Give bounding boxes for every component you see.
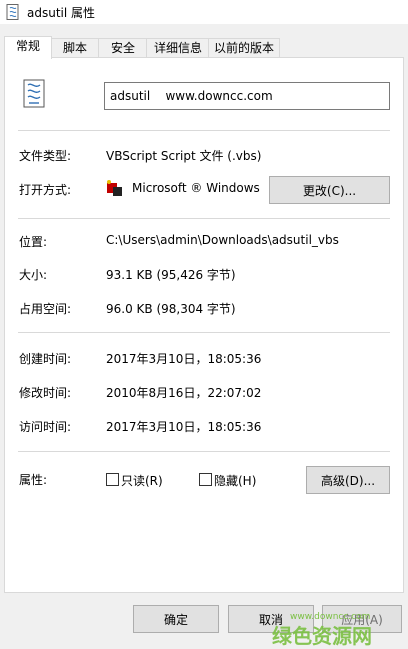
file-type-label: 文件类型: <box>19 149 72 163</box>
tab-bar: 常规 脚本 安全 详细信息 以前的版本 <box>0 36 408 59</box>
tab-previous-versions[interactable]: 以前的版本 <box>208 38 280 58</box>
location-value: C:\Users\admin\Downloads\adsutil_vbs <box>106 233 339 247</box>
readonly-label: 只读(R) <box>121 474 163 488</box>
size-value: 93.1 KB (95,426 字节) <box>106 268 236 282</box>
separator <box>18 332 390 333</box>
accessed-value: 2017年3月10日，18:05:36 <box>106 420 262 434</box>
file-name-input[interactable] <box>104 82 390 110</box>
tab-details[interactable]: 详细信息 <box>146 38 210 58</box>
hidden-checkbox[interactable] <box>199 473 212 486</box>
separator <box>18 451 390 452</box>
script-file-icon <box>6 4 19 20</box>
opens-with-value: Microsoft ® Windows <box>132 181 260 195</box>
script-file-icon <box>23 79 45 108</box>
separator <box>18 130 390 131</box>
change-button[interactable]: 更改(C)... <box>269 176 390 204</box>
size-on-disk-label: 占用空间: <box>19 302 72 316</box>
watermark: 绿色资源网 <box>272 624 372 648</box>
windows-script-host-icon <box>107 180 122 196</box>
size-on-disk-value: 96.0 KB (98,304 字节) <box>106 302 236 316</box>
title-bar: adsutil 属性 <box>0 0 408 24</box>
window-title: adsutil 属性 <box>27 6 96 20</box>
opens-with-label: 打开方式: <box>19 183 72 197</box>
created-label: 创建时间: <box>19 352 72 366</box>
attributes-label: 属性: <box>19 473 48 487</box>
created-value: 2017年3月10日，18:05:36 <box>106 352 262 366</box>
separator <box>18 218 390 219</box>
watermark-url: www.downcc.com <box>290 612 371 622</box>
tab-script[interactable]: 脚本 <box>50 38 100 58</box>
size-label: 大小: <box>19 268 48 282</box>
tab-security[interactable]: 安全 <box>98 38 148 58</box>
readonly-checkbox[interactable] <box>106 473 119 486</box>
location-label: 位置: <box>19 235 48 249</box>
tab-general[interactable]: 常规 <box>4 36 52 59</box>
general-panel <box>4 57 404 593</box>
advanced-button[interactable]: 高级(D)... <box>306 466 390 494</box>
accessed-label: 访问时间: <box>19 420 72 434</box>
file-type-value: VBScript Script 文件 (.vbs) <box>106 149 262 163</box>
modified-label: 修改时间: <box>19 386 72 400</box>
ok-button[interactable]: 确定 <box>133 605 219 633</box>
modified-value: 2010年8月16日，22:07:02 <box>106 386 262 400</box>
hidden-label: 隐藏(H) <box>214 474 257 488</box>
